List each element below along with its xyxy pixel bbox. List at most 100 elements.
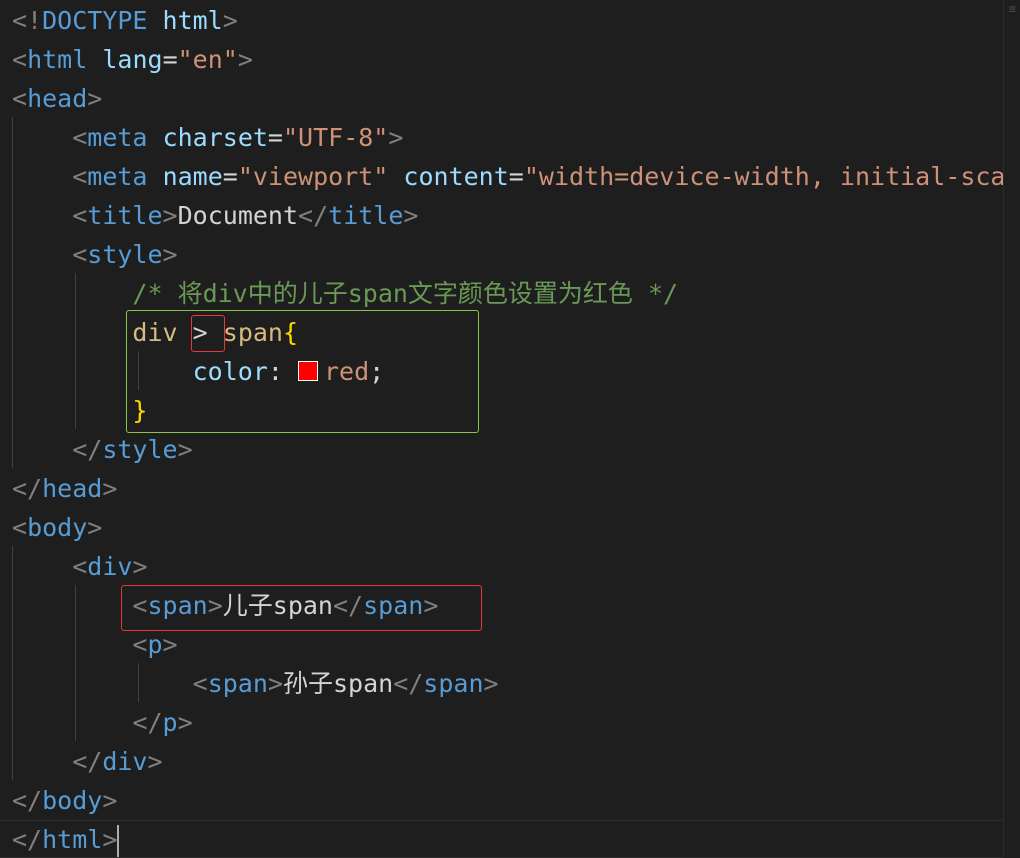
- code-editor[interactable]: <!DOCTYPE html> <html lang="en"> <head> …: [0, 0, 1020, 858]
- punct: >: [267, 669, 283, 698]
- open-brace: {: [282, 318, 299, 347]
- tag-name: html: [27, 45, 88, 74]
- punct: </: [332, 591, 364, 620]
- attr-value: "viewport": [237, 162, 389, 191]
- punct: >: [162, 630, 178, 659]
- punct: <: [72, 123, 88, 152]
- code-line-22: </html>: [12, 820, 1004, 858]
- doctype-keyword: DOCTYPE: [42, 6, 148, 35]
- punct: <: [72, 240, 88, 269]
- code-line-13: </head>: [12, 469, 1004, 508]
- tag-name: div: [87, 552, 133, 581]
- punct: </: [12, 825, 43, 854]
- punct: >: [177, 708, 193, 737]
- equals: =: [267, 123, 283, 152]
- code-line-10: color: red;: [12, 352, 1004, 391]
- css-value: red: [324, 357, 370, 386]
- tag-name: title: [328, 201, 404, 230]
- tag-name: style: [102, 435, 178, 464]
- text-cursor: [117, 825, 120, 857]
- tag-name: body: [42, 786, 103, 815]
- code-line-17: <p>: [12, 625, 1004, 664]
- punct: <: [132, 630, 148, 659]
- punct: <: [132, 591, 148, 620]
- punct: >: [102, 474, 118, 503]
- code-line-6: <title>Document</title>: [12, 196, 1004, 235]
- punct: <: [72, 162, 88, 191]
- colon: :: [267, 357, 298, 386]
- text-content: 儿子span: [222, 591, 333, 620]
- code-line-14: <body>: [12, 508, 1004, 547]
- tag-name: meta: [87, 123, 148, 152]
- css-selector-div: div: [132, 318, 178, 347]
- attr-name: name: [162, 162, 223, 191]
- tag-name: meta: [87, 162, 148, 191]
- tag-name: span: [363, 591, 424, 620]
- punct: <: [12, 45, 28, 74]
- code-line-9: div > span{: [12, 313, 1004, 352]
- tag-name: head: [27, 84, 88, 113]
- code-line-5: <meta name="viewport" content="width=dev…: [12, 157, 1020, 196]
- tag-name: title: [87, 201, 163, 230]
- punct: >: [132, 552, 148, 581]
- punct: </: [12, 786, 43, 815]
- punct: >: [162, 240, 178, 269]
- attr-value: "width=device-width, initial-scale=1.0": [523, 162, 1020, 191]
- punct: <!: [12, 6, 43, 35]
- child-combinator: >: [192, 318, 208, 347]
- semicolon: ;: [369, 357, 385, 386]
- punct: >: [87, 84, 103, 113]
- minimap[interactable]: ≡: [1003, 0, 1020, 858]
- equals: =: [222, 162, 238, 191]
- doctype-name: html: [162, 6, 223, 35]
- tag-name: head: [42, 474, 103, 503]
- code-line-11: }: [12, 391, 1004, 430]
- code-line-8: /* 将div中的儿子span文字颜色设置为红色 */: [12, 274, 1004, 313]
- color-swatch[interactable]: [298, 361, 318, 381]
- punct: </: [72, 747, 103, 776]
- punct: </: [393, 669, 424, 698]
- punct: <: [12, 513, 28, 542]
- punct: </: [72, 435, 103, 464]
- punct: </: [12, 474, 43, 503]
- punct: >: [237, 45, 253, 74]
- code-line-4: <meta charset="UTF-8">: [12, 118, 1004, 157]
- css-selector-span: span: [222, 318, 283, 347]
- code-line-3: <head>: [12, 79, 1004, 118]
- code-line-21: </body>: [12, 781, 1004, 820]
- punct: >: [222, 6, 238, 35]
- punct: <: [192, 669, 208, 698]
- attr-name: content: [403, 162, 509, 191]
- tag-name: span: [207, 669, 268, 698]
- punct: </: [132, 708, 163, 737]
- punct: <: [72, 201, 88, 230]
- attr-name: lang: [102, 45, 163, 74]
- css-comment: /* 将div中的儿子span文字颜色设置为红色 */: [132, 279, 679, 308]
- punct: <: [12, 84, 28, 113]
- minimap-preview-icon: ≡: [1008, 2, 1016, 16]
- tag-name: body: [27, 513, 88, 542]
- code-line-12: </style>: [12, 430, 1004, 469]
- code-line-19: </p>: [12, 703, 1004, 742]
- code-line-1: <!DOCTYPE html>: [12, 1, 1004, 40]
- attr-value: "UTF-8": [282, 123, 389, 152]
- tag-name: span: [423, 669, 484, 698]
- equals: =: [162, 45, 178, 74]
